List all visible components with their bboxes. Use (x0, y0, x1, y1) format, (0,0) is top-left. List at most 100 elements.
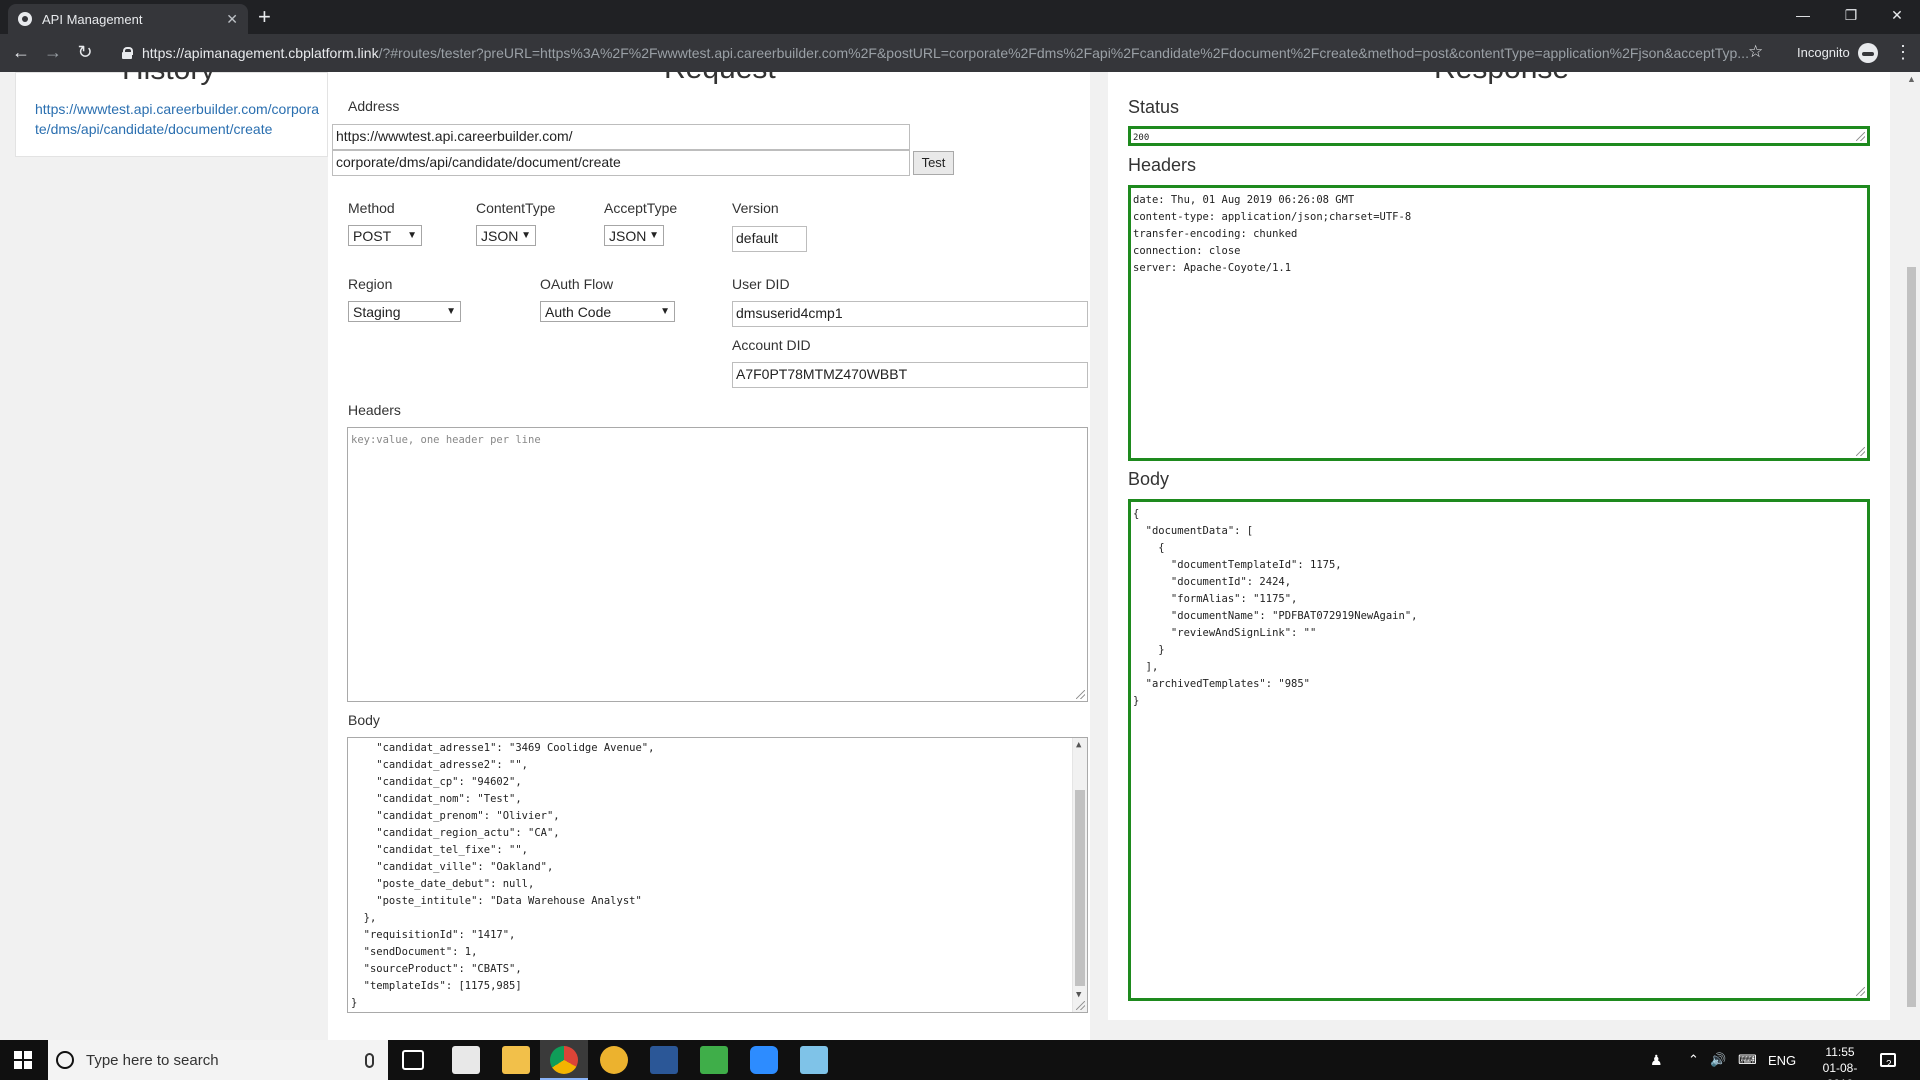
windows-taskbar: Type here to search ♟ ⌃ 🔊 ⌨ ENG 11:55 01… (0, 1040, 1920, 1080)
volume-icon[interactable]: 🔊 (1710, 1040, 1726, 1080)
response-headers-label: Headers (1128, 155, 1197, 175)
content-type-value: JSON (481, 227, 519, 244)
response-headers-field[interactable]: date: Thu, 01 Aug 2019 06:26:08 GMT cont… (1128, 185, 1870, 461)
code-editor-icon[interactable] (650, 1046, 678, 1074)
address-bar[interactable]: https://apimanagement.cbplatform.link/?#… (110, 39, 1770, 67)
dropdown-arrow-icon: ▼ (660, 306, 670, 317)
dropdown-arrow-icon: ▼ (407, 230, 417, 241)
window-minimize-button[interactable]: — (1780, 0, 1826, 30)
spreadsheet-app-icon[interactable] (700, 1046, 728, 1074)
headers-label: Headers (348, 402, 401, 418)
status-field[interactable]: 200 (1128, 126, 1870, 146)
request-title: Request (664, 72, 776, 86)
history-link[interactable]: https://wwwtest.api.careerbuilder.com/co… (35, 99, 321, 139)
method-label: Method (348, 200, 395, 216)
scrollbar-thumb[interactable] (1075, 790, 1085, 986)
version-input[interactable]: default (732, 226, 807, 252)
zoom-app-icon[interactable] (750, 1046, 778, 1074)
response-body-label: Body (1128, 469, 1170, 489)
resize-grip-icon[interactable] (1076, 1001, 1085, 1010)
body-label: Body (348, 712, 380, 728)
taskbar-search-placeholder: Type here to search (86, 1051, 219, 1069)
version-label: Version (732, 200, 779, 216)
windows-start-icon[interactable] (14, 1051, 32, 1069)
response-panel: Response Status 200 Headers date: Thu, 0… (1108, 72, 1890, 1020)
user-did-label: User DID (732, 276, 790, 292)
tab-title: API Management (42, 11, 143, 27)
slack-app-icon[interactable] (600, 1046, 628, 1074)
window-close-button[interactable]: ✕ (1874, 0, 1920, 30)
resize-grip-icon[interactable] (1076, 690, 1085, 699)
scroll-down-arrow-icon[interactable]: ▼ (1076, 990, 1081, 1000)
body-textarea[interactable]: "candidat_adresse1": "3469 Coolidge Aven… (347, 737, 1088, 1013)
response-body-field[interactable]: { "documentData": [ { "documentTemplateI… (1128, 499, 1870, 1001)
people-icon[interactable]: ♟ (1650, 1040, 1663, 1080)
clock-date: 01-08-2019 (1822, 1061, 1858, 1080)
response-body-text: { "documentData": [ { "documentTemplateI… (1133, 508, 1418, 707)
forward-arrow-icon[interactable]: → (42, 42, 64, 63)
page-scrollbar[interactable]: ▲ (1903, 72, 1920, 1040)
oauth-flow-label: OAuth Flow (540, 276, 614, 292)
resize-grip-icon[interactable] (1856, 447, 1865, 456)
keyboard-icon[interactable]: ⌨ (1738, 1040, 1762, 1080)
address-path-input[interactable]: corporate/dms/api/candidate/document/cre… (332, 150, 910, 176)
region-value: Staging (353, 303, 401, 320)
oauth-flow-select[interactable]: Auth Code ▼ (540, 301, 675, 322)
chrome-app-icon[interactable] (550, 1046, 578, 1074)
dropdown-arrow-icon: ▼ (521, 230, 531, 241)
region-label: Region (348, 276, 393, 292)
method-value: POST (353, 227, 392, 244)
browser-tab-strip: API Management ✕ + — ❐ ✕ (0, 0, 1920, 34)
test-button[interactable]: Test (913, 151, 954, 175)
dropdown-arrow-icon: ▼ (446, 306, 456, 317)
window-restore-button[interactable]: ❐ (1828, 0, 1874, 30)
taskbar-search-box[interactable]: Type here to search (48, 1040, 388, 1080)
address-base-input[interactable]: https://wwwtest.api.careerbuilder.com/ (332, 124, 910, 150)
tray-chevron-icon[interactable]: ⌃ (1688, 1040, 1699, 1080)
body-scrollbar[interactable]: ▲ ▼ (1072, 738, 1087, 1012)
back-arrow-icon[interactable]: ← (10, 42, 32, 63)
scroll-up-arrow-icon[interactable]: ▲ (1907, 74, 1916, 84)
headers-placeholder: key:value, one header per line (351, 434, 541, 446)
language-indicator[interactable]: ENG (1768, 1040, 1796, 1080)
user-did-input[interactable]: dmsuserid4cmp1 (732, 301, 1088, 327)
microphone-icon[interactable] (365, 1052, 374, 1068)
response-headers-text: date: Thu, 01 Aug 2019 06:26:08 GMT cont… (1133, 194, 1412, 274)
request-body-text: "candidat_adresse1": "3469 Coolidge Aven… (351, 742, 655, 1009)
response-title: Response (1434, 72, 1569, 86)
accept-type-label: AcceptType (604, 200, 678, 216)
address-label: Address (348, 98, 400, 114)
reload-icon[interactable]: ↻ (74, 42, 96, 63)
accept-type-select[interactable]: JSON ▼ (604, 225, 664, 246)
dropdown-arrow-icon: ▼ (649, 230, 659, 241)
cortana-circle-icon (56, 1051, 74, 1069)
scroll-up-arrow-icon[interactable]: ▲ (1076, 740, 1081, 750)
accept-type-value: JSON (609, 227, 647, 244)
mail-app-icon[interactable] (452, 1046, 480, 1074)
browser-menu-icon[interactable]: ⋮ (1894, 42, 1912, 63)
resize-grip-icon[interactable] (1856, 987, 1865, 996)
taskbar-clock[interactable]: 11:55 01-08-2019 (1810, 1044, 1870, 1080)
incognito-label: Incognito (1797, 45, 1850, 60)
new-tab-button[interactable]: + (258, 4, 271, 30)
page-content: History https://wwwtest.api.careerbuilde… (0, 72, 1920, 1040)
notification-center-icon[interactable]: 2 (1880, 1040, 1896, 1080)
file-explorer-icon[interactable] (502, 1046, 530, 1074)
task-view-icon[interactable] (402, 1050, 424, 1070)
incognito-icon[interactable] (1858, 43, 1878, 63)
tab-close-icon[interactable]: ✕ (226, 11, 238, 28)
content-type-select[interactable]: JSON ▼ (476, 225, 536, 246)
method-select[interactable]: POST ▼ (348, 225, 422, 246)
bookmark-star-icon[interactable]: ☆ (1748, 42, 1763, 62)
account-did-input[interactable]: A7F0PT78MTMZ470WBBT (732, 362, 1088, 388)
history-panel: History https://wwwtest.api.careerbuilde… (15, 72, 328, 157)
browser-toolbar: ← → ↻ https://apimanagement.cbplatform.l… (0, 34, 1920, 72)
page-scrollbar-thumb[interactable] (1907, 267, 1916, 1007)
content-type-label: ContentType (476, 200, 556, 216)
url-path: /?#routes/tester?preURL=https%3A%2F%2Fww… (378, 45, 1749, 61)
resize-grip-icon[interactable] (1856, 132, 1865, 141)
headers-textarea[interactable]: key:value, one header per line (347, 427, 1088, 702)
browser-tab[interactable]: API Management ✕ (8, 4, 248, 34)
notes-app-icon[interactable] (800, 1046, 828, 1074)
region-select[interactable]: Staging ▼ (348, 301, 461, 322)
